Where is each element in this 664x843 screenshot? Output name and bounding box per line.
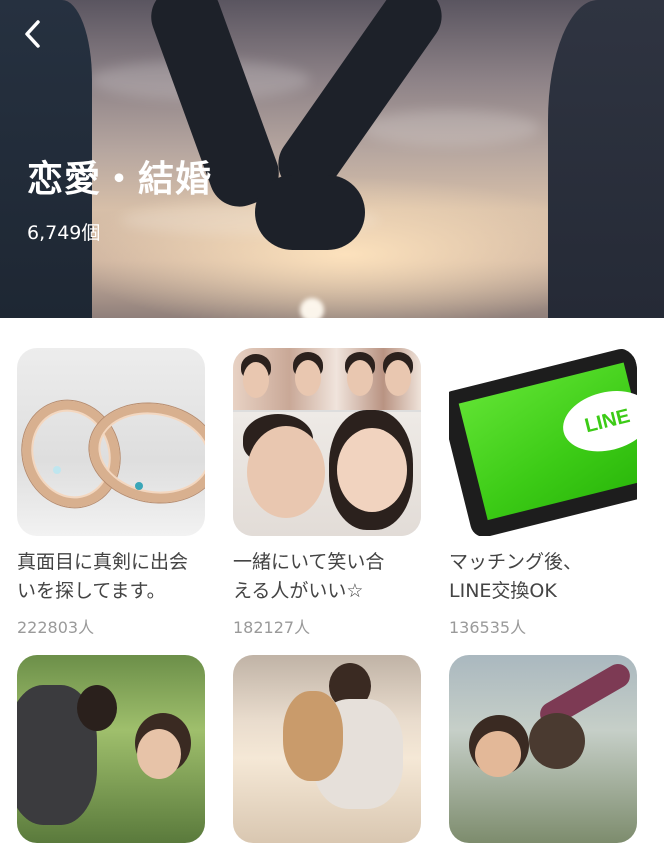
holding-hands-silhouette <box>255 175 365 250</box>
face-shape <box>337 428 407 512</box>
face-shape <box>385 360 411 396</box>
page-title: 恋愛・結婚 <box>27 159 213 200</box>
face-shape <box>247 426 325 518</box>
community-thumbnail-park[interactable] <box>17 655 205 843</box>
cloud-shape <box>360 110 540 146</box>
face-shape <box>475 731 521 777</box>
face-shape <box>243 362 269 398</box>
community-thumbnail-phone[interactable]: LINE <box>449 348 637 536</box>
member-count: 182127人 <box>233 618 311 637</box>
chevron-left-icon <box>25 20 40 48</box>
line-logo: LINE <box>556 382 637 461</box>
community-title[interactable]: 一緒にいて笑い合 える人がいい☆ <box>233 548 421 606</box>
face-shape <box>295 360 321 396</box>
phone-shape: LINE <box>449 348 637 536</box>
community-title[interactable]: マッチング後、 LINE交換OK <box>449 548 637 606</box>
head-silhouette <box>529 713 585 769</box>
sun-glow <box>300 298 324 318</box>
gem-dot <box>135 482 143 490</box>
hair-shape <box>283 691 343 781</box>
community-card[interactable]: 一緒にいて笑い合 える人がいい☆ 182127人 <box>233 348 421 638</box>
head-silhouette <box>77 685 117 731</box>
community-thumbnail-outdoors[interactable] <box>449 655 637 843</box>
member-count: 222803人 <box>17 618 95 637</box>
community-card[interactable]: LINE マッチング後、 LINE交換OK 136535人 <box>449 348 637 638</box>
member-count: 136535人 <box>449 618 527 637</box>
person-right-silhouette <box>548 0 664 318</box>
community-thumbnail-collage[interactable] <box>233 348 421 536</box>
face-shape <box>137 729 181 779</box>
category-hero-image: 恋愛・結婚 6,749個 <box>0 0 664 318</box>
phone-screen: LINE <box>458 362 637 521</box>
community-count: 6,749個 <box>27 222 101 244</box>
community-card[interactable] <box>233 655 421 843</box>
community-card[interactable] <box>449 655 637 843</box>
community-card[interactable] <box>17 655 205 843</box>
community-thumbnail-rings[interactable] <box>17 348 205 536</box>
face-shape <box>347 360 373 396</box>
community-card[interactable]: 真面目に真剣に出会 いを探してます。 222803人 <box>17 348 205 638</box>
community-thumbnail-beach[interactable] <box>233 655 421 843</box>
back-button[interactable] <box>14 14 50 54</box>
community-title[interactable]: 真面目に真剣に出会 いを探してます。 <box>17 548 205 606</box>
gem-dot <box>53 466 61 474</box>
